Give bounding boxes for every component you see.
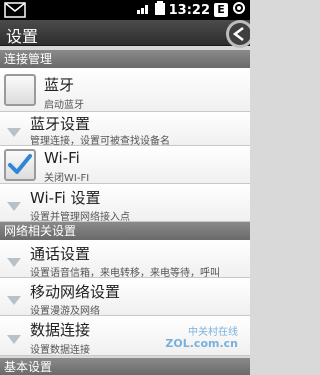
mobile-network-title: 移动网络设置 — [30, 283, 121, 301]
chevron-down-icon — [6, 123, 22, 137]
chevron-down-icon — [6, 291, 22, 305]
data-connection-title: 数据连接 — [30, 321, 91, 339]
bluetooth-toggle-row[interactable]: 蓝牙 启动蓝牙 — [0, 68, 250, 112]
bluetooth-title: 蓝牙 — [44, 76, 75, 94]
status-bar: 13:22 E — [0, 0, 250, 20]
section-header-basic: 基本设置 — [0, 358, 250, 375]
bluetooth-settings-subtitle: 管理连接，设置可被查找设备名 — [30, 136, 170, 147]
mobile-network-settings-row[interactable]: 移动网络设置 设置漫游及网络 — [0, 278, 250, 317]
page-title: 设置 — [6, 27, 39, 46]
status-time: 13:22 — [168, 2, 210, 18]
wifi-toggle-row[interactable]: Wi-Fi 关闭WI-FI — [0, 146, 250, 184]
wifi-settings-title: Wi-Fi 设置 — [30, 189, 101, 207]
bluetooth-settings-title: 蓝牙设置 — [30, 115, 91, 133]
wifi-subtitle: 关闭WI-FI — [44, 173, 90, 184]
chevron-down-icon — [6, 253, 22, 267]
call-settings-subtitle: 设置语音信箱，来电转移，来电等待，呼叫 — [30, 268, 220, 279]
settings-icon — [232, 1, 246, 19]
section-header-connect: 连接管理 — [0, 50, 250, 68]
chevron-down-icon — [6, 330, 22, 344]
back-button[interactable] — [210, 20, 254, 50]
battery-icon — [154, 1, 165, 19]
data-connection-subtitle: 设置数据连接 — [30, 345, 90, 356]
bluetooth-subtitle: 启动蓝牙 — [44, 100, 84, 111]
mobile-network-subtitle: 设置漫游及网络 — [30, 306, 100, 317]
wifi-title: Wi-Fi — [44, 149, 80, 167]
check-icon — [8, 154, 32, 174]
signal-icon — [136, 2, 151, 18]
call-settings-title: 通话设置 — [30, 245, 91, 263]
bluetooth-settings-row[interactable]: 蓝牙设置 管理连接，设置可被查找设备名 — [0, 112, 250, 147]
wifi-checkbox[interactable] — [4, 149, 36, 181]
watermark-line2: ZOL.com.cn — [165, 337, 238, 350]
watermark-line1: 中关村在线 — [188, 327, 238, 338]
call-settings-row[interactable]: 通话设置 设置语音信箱，来电转移，来电等待，呼叫 — [0, 240, 250, 279]
wifi-settings-subtitle: 设置并管理网络接入点 — [30, 212, 130, 223]
wifi-settings-row[interactable]: Wi-Fi 设置 设置并管理网络接入点 — [0, 184, 250, 223]
notification-icon — [4, 2, 28, 18]
section-header-network: 网络相关设置 — [0, 222, 250, 240]
watermark: 中关村在线 ZOL.com.cn — [164, 323, 244, 357]
network-type-badge: E — [214, 3, 228, 17]
chevron-down-icon — [6, 197, 22, 211]
bluetooth-checkbox[interactable] — [4, 74, 36, 106]
